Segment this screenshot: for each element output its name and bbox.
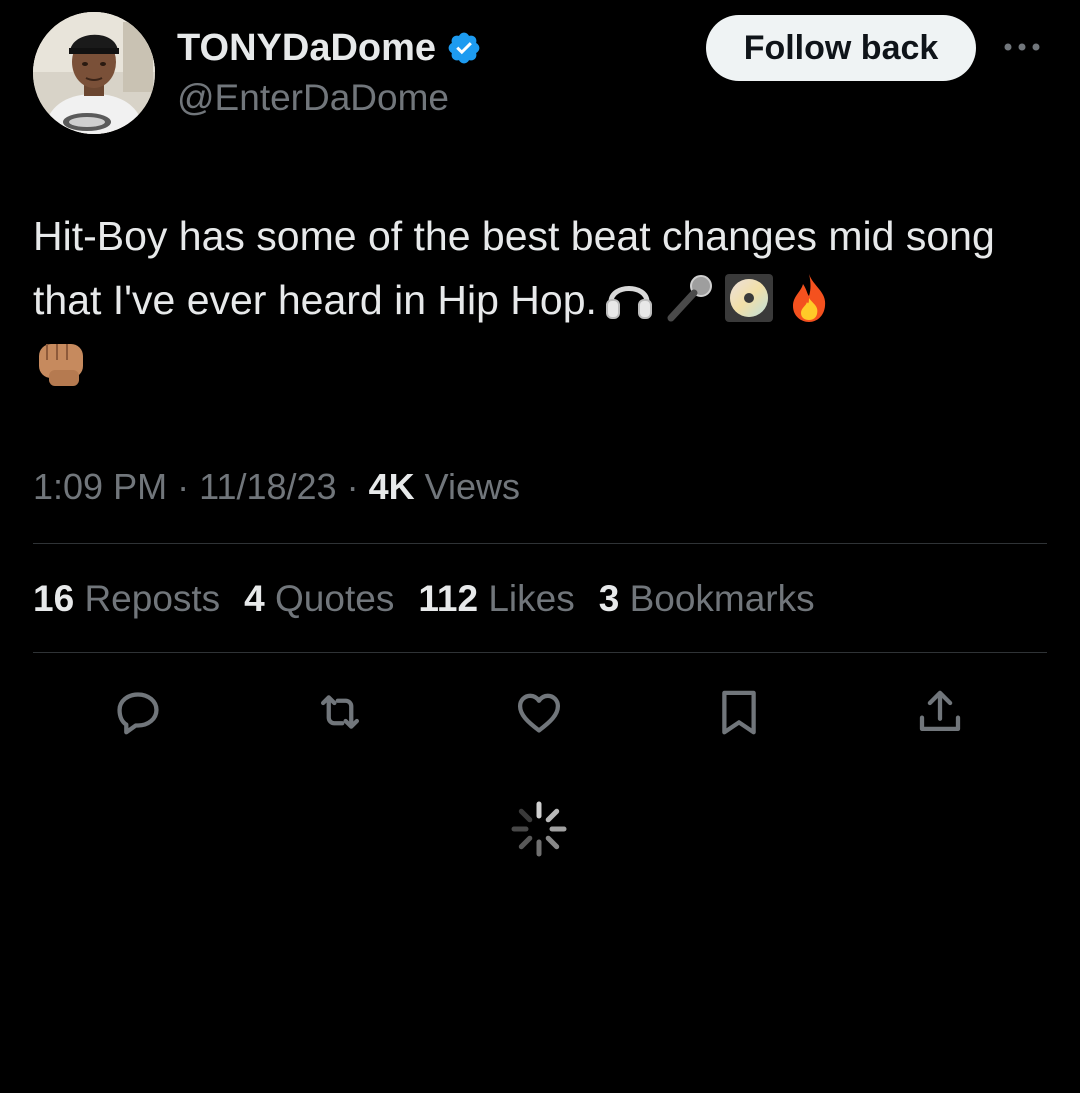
avatar[interactable] xyxy=(33,12,155,134)
fire-icon xyxy=(781,270,837,326)
divider xyxy=(33,543,1047,544)
divider xyxy=(33,652,1047,653)
stat-count: 3 xyxy=(598,578,620,619)
verified-badge-icon xyxy=(446,30,482,66)
reply-icon[interactable] xyxy=(110,684,166,740)
author-handle[interactable]: @EnterDaDome xyxy=(177,76,449,120)
stat-label: Likes xyxy=(488,578,575,619)
like-icon[interactable] xyxy=(511,684,567,740)
tweet-meta: 1:09 PM · 11/18/23 · 4K Views xyxy=(33,464,520,510)
bookmark-icon[interactable] xyxy=(711,684,767,740)
stat-label: Quotes xyxy=(275,578,395,619)
avatar-image xyxy=(33,12,155,134)
repost-icon[interactable] xyxy=(312,684,368,740)
stat-count: 4 xyxy=(244,578,265,619)
share-icon[interactable] xyxy=(912,684,968,740)
headphones-icon xyxy=(601,270,657,326)
cd-icon xyxy=(721,270,777,326)
stat-bookmarks[interactable]: 3 Bookmarks xyxy=(599,576,815,622)
meta-separator: · xyxy=(177,466,200,507)
fist-icon xyxy=(33,334,89,390)
views-count: 4K xyxy=(368,466,415,507)
loading-spinner-icon xyxy=(510,800,568,858)
author-name-row[interactable]: TONYDaDome xyxy=(177,24,482,72)
stat-count: 16 xyxy=(33,578,75,619)
engagement-stats: 16 Reposts 4 Quotes 112 Likes 3 Bookmark… xyxy=(33,576,815,622)
tweet-time[interactable]: 1:09 PM xyxy=(33,466,167,507)
views-label: Views xyxy=(424,466,521,507)
stat-likes[interactable]: 112 Likes xyxy=(418,576,574,622)
more-options-icon[interactable] xyxy=(1000,30,1044,64)
stat-label: Reposts xyxy=(84,578,221,619)
meta-separator: · xyxy=(346,466,369,507)
author-display-name[interactable]: TONYDaDome xyxy=(177,24,436,72)
stat-quotes[interactable]: 4 Quotes xyxy=(244,576,394,622)
follow-back-button[interactable]: Follow back xyxy=(706,15,976,81)
stat-count: 112 xyxy=(418,578,479,619)
tweet-text: Hit-Boy has some of the best beat change… xyxy=(33,204,1043,396)
tweet-date[interactable]: 11/18/23 xyxy=(199,466,336,507)
stat-label: Bookmarks xyxy=(629,578,815,619)
stat-reposts[interactable]: 16 Reposts xyxy=(33,576,220,622)
microphone-icon xyxy=(661,270,717,326)
tweet-body: Hit-Boy has some of the best beat change… xyxy=(33,213,1007,323)
